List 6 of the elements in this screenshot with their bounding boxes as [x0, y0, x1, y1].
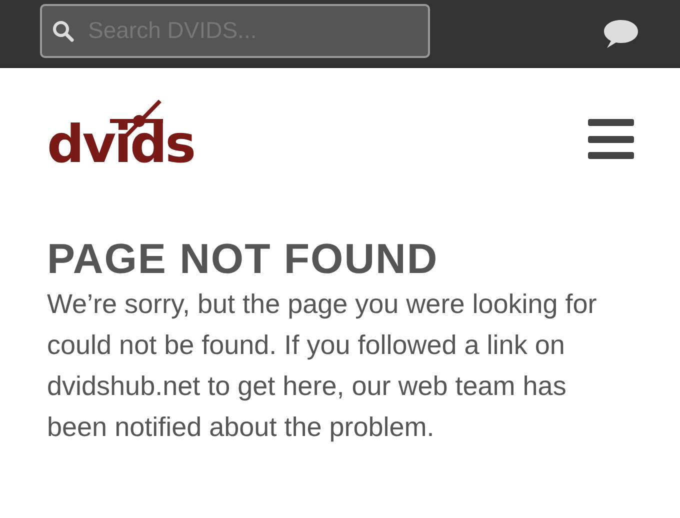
page-title: PAGE NOT FOUND [47, 234, 440, 284]
logo-text: dvids [47, 119, 194, 171]
chat-bubble-icon[interactable] [602, 18, 640, 50]
menu-button[interactable] [588, 119, 634, 159]
search-icon [52, 20, 74, 42]
error-message: We’re sorry, but the page you were looking for could not be found. If you followed a link on dvidshub.net to get here, our web team has been notified about the problem. [47, 288, 598, 444]
